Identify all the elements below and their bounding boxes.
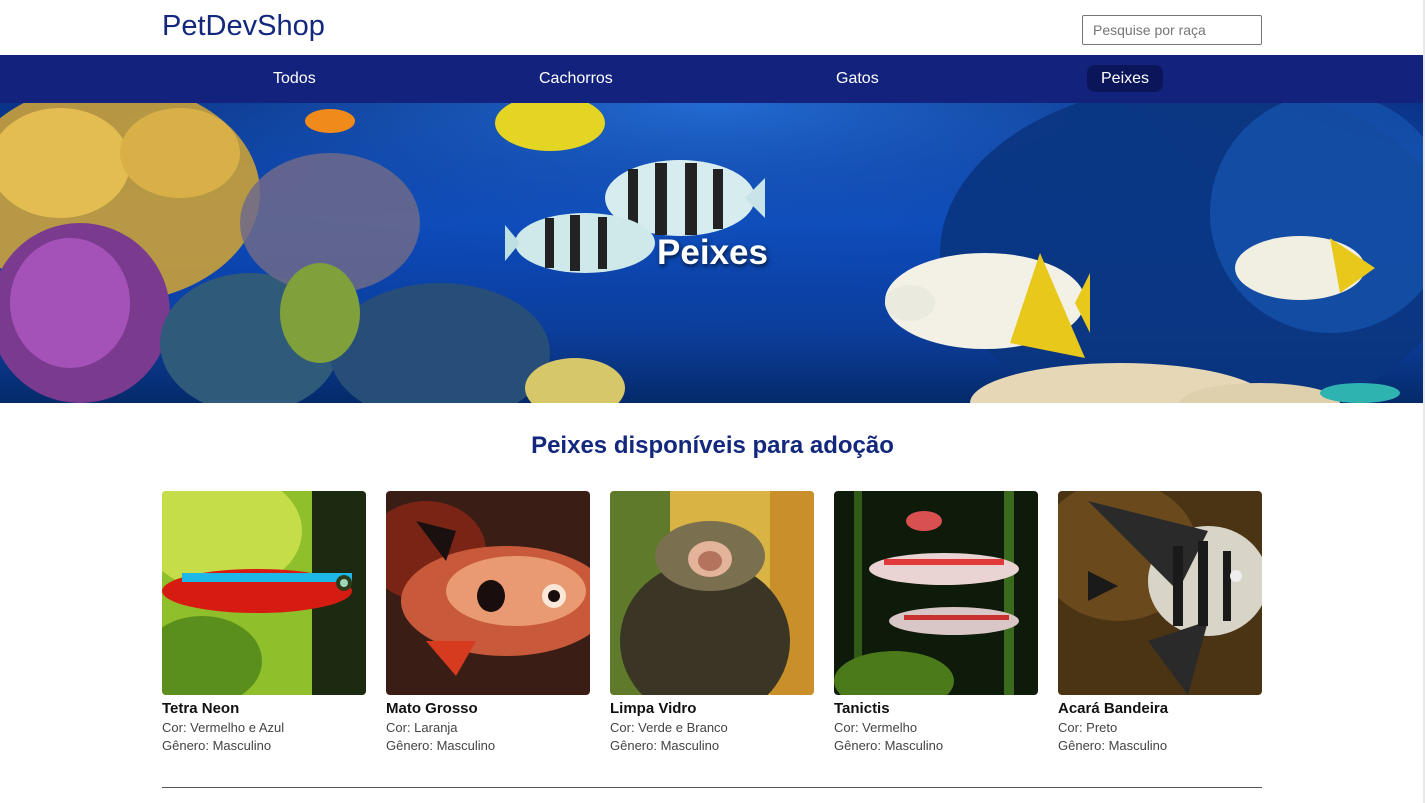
pet-color: Cor: Verde e Branco bbox=[610, 720, 728, 735]
tanictis-image[interactable] bbox=[834, 491, 1038, 695]
pet-color: Cor: Vermelho bbox=[834, 720, 918, 735]
pet-card[interactable]: Mato Grosso Cor: Laranja Gênero: Masculi… bbox=[386, 491, 590, 753]
search-input[interactable] bbox=[1082, 15, 1262, 45]
pet-gender: Gênero: Masculino bbox=[610, 738, 720, 753]
pet-card[interactable]: Limpa Vidro Cor: Verde e Branco Gênero: … bbox=[610, 491, 814, 753]
pet-card[interactable]: Tanictis Cor: Vermelho Gênero: Masculino bbox=[834, 491, 1038, 753]
limpa-vidro-image[interactable] bbox=[610, 491, 814, 695]
page: PetDevShop Todos Cachorros Gatos Peixes bbox=[0, 0, 1425, 803]
site-logo[interactable]: PetDevShop bbox=[162, 10, 325, 43]
nav-item-peixes[interactable]: Peixes bbox=[1087, 65, 1164, 92]
hero-banner: Peixes bbox=[0, 103, 1425, 403]
acara-bandeira-image[interactable] bbox=[1058, 491, 1262, 695]
tetra-neon-image[interactable] bbox=[162, 491, 366, 695]
pet-name: Acará Bandeira bbox=[1058, 700, 1169, 717]
pet-gender: Gênero: Masculino bbox=[386, 738, 496, 753]
pet-name: Tetra Neon bbox=[162, 700, 240, 717]
mato-grosso-image[interactable] bbox=[386, 491, 590, 695]
nav-item-cachorros[interactable]: Cachorros bbox=[525, 65, 627, 92]
pet-name: Tanictis bbox=[834, 700, 890, 717]
pet-gender: Gênero: Masculino bbox=[162, 738, 272, 753]
nav-item-gatos[interactable]: Gatos bbox=[822, 65, 893, 92]
nav-item-todos[interactable]: Todos bbox=[259, 65, 330, 92]
pet-color: Cor: Laranja bbox=[386, 720, 458, 735]
section-title: Peixes disponíveis para adoção bbox=[531, 432, 894, 459]
category-nav: Todos Cachorros Gatos Peixes bbox=[0, 55, 1425, 103]
pet-color: Cor: Preto bbox=[1058, 720, 1118, 735]
pet-color: Cor: Vermelho e Azul bbox=[162, 720, 285, 735]
footer-divider bbox=[162, 787, 1262, 788]
pet-gender: Gênero: Masculino bbox=[1058, 738, 1168, 753]
hero-title: Peixes bbox=[657, 233, 768, 272]
pet-name: Limpa Vidro bbox=[610, 700, 697, 717]
pet-name: Mato Grosso bbox=[386, 700, 478, 717]
site-header: PetDevShop bbox=[0, 0, 1425, 55]
pet-card[interactable]: Acará Bandeira Cor: Preto Gênero: Mascul… bbox=[1058, 491, 1262, 753]
pet-card[interactable]: Tetra Neon Cor: Vermelho e Azul Gênero: … bbox=[162, 491, 366, 753]
pet-gender: Gênero: Masculino bbox=[834, 738, 944, 753]
